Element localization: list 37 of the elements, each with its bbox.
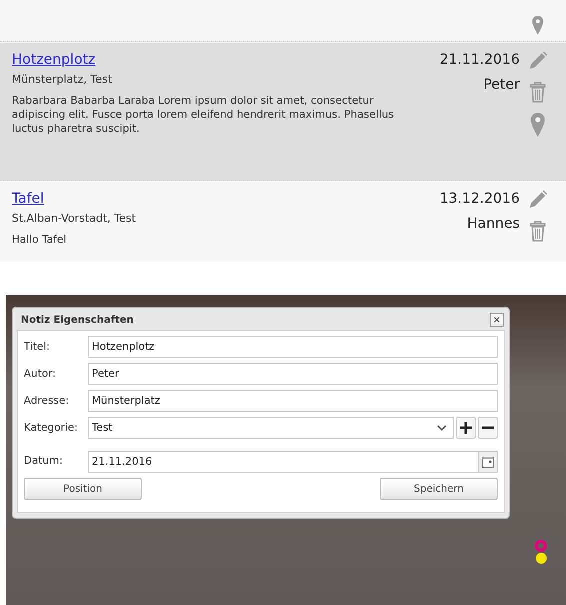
note-text: Hallo Tafel bbox=[12, 234, 68, 248]
pencil-icon[interactable] bbox=[528, 190, 548, 210]
field-label: Kategorie: bbox=[24, 422, 80, 434]
note-text: Rabarbara Babarba Laraba Lorem ipsum dolor sit amet, consectetur adipiscing elit. Fusce porta lorem eleifend hendrerit maximus. Phasellus luctus pharetra suscipit. bbox=[12, 95, 396, 136]
note-title-link[interactable]: Tafel bbox=[12, 191, 44, 207]
add-button[interactable] bbox=[456, 417, 476, 439]
field-label: Adresse: bbox=[24, 395, 70, 407]
plus-icon bbox=[460, 422, 472, 434]
calendar-icon[interactable] bbox=[482, 456, 494, 468]
chevron-down-icon bbox=[437, 425, 447, 431]
trash-icon[interactable] bbox=[530, 220, 546, 242]
note-date: 21.11.2016 bbox=[438, 52, 520, 68]
note-author: Peter bbox=[482, 77, 520, 93]
pencil-icon[interactable] bbox=[528, 51, 548, 71]
field-label: Titel: bbox=[24, 341, 52, 353]
note-date: 13.12.2016 bbox=[438, 191, 520, 207]
dialog-button[interactable]: Position bbox=[24, 478, 142, 500]
note-item[interactable] bbox=[0, 43, 566, 181]
text-field[interactable]: Hotzenplotz bbox=[88, 336, 498, 358]
date-field[interactable]: 21.11.2016 bbox=[88, 451, 498, 473]
dialog-title: Notiz Eigenschaften bbox=[21, 314, 134, 326]
category-select[interactable]: Test bbox=[88, 417, 454, 439]
note-title-link[interactable]: Hotzenplotz bbox=[12, 52, 96, 68]
text-field[interactable]: Münsterplatz bbox=[88, 390, 498, 412]
note-address: Münsterplatz, Test bbox=[12, 73, 114, 86]
remove-button[interactable] bbox=[478, 417, 498, 439]
dot-marker[interactable] bbox=[536, 553, 546, 564]
close-button[interactable]: × bbox=[490, 313, 504, 327]
map-pin-icon[interactable] bbox=[531, 16, 545, 35]
note-address: St.Alban-Vorstadt, Test bbox=[12, 212, 138, 225]
trash-icon[interactable] bbox=[530, 81, 546, 103]
note-author: Hannes bbox=[466, 216, 520, 232]
field-label: Autor: bbox=[24, 368, 58, 380]
field-label: Datum: bbox=[24, 454, 64, 466]
map-pin-icon[interactable] bbox=[531, 113, 545, 137]
text-field[interactable]: Peter bbox=[88, 363, 498, 385]
dialog-button[interactable]: Speichern bbox=[380, 478, 498, 500]
